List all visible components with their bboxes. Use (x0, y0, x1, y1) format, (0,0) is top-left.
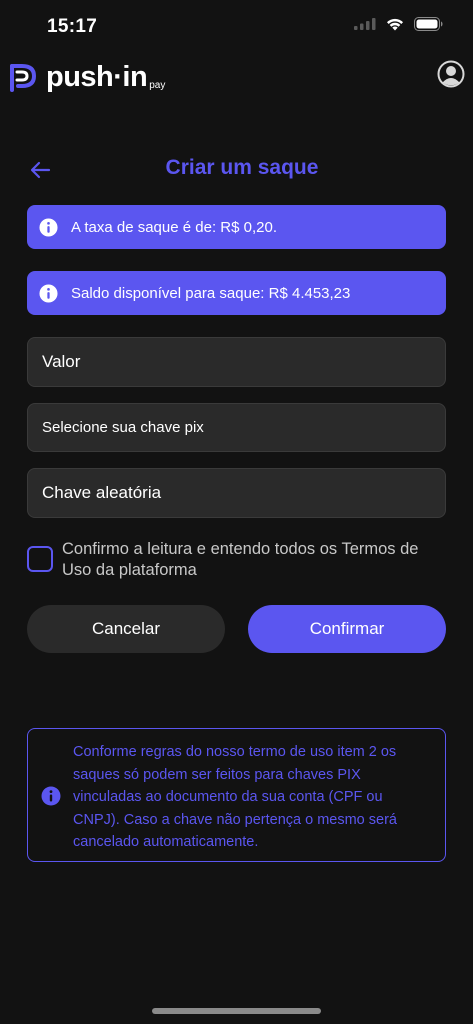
logo[interactable]: push·in pay (8, 60, 165, 94)
cancel-button[interactable]: Cancelar (27, 605, 225, 653)
terms-checkbox[interactable] (27, 546, 53, 572)
app-header: push·in pay (0, 58, 473, 102)
info-icon (41, 786, 61, 806)
fee-banner: A taxa de saque é de: R$ 0,20. (27, 205, 446, 249)
terms-label: Confirmo a leitura e entendo todos os Te… (62, 540, 419, 579)
terms-row: Confirmo a leitura e entendo todos os Te… (27, 537, 447, 587)
logo-sub: pay (149, 79, 166, 91)
status-icons (354, 17, 443, 31)
pix-key-select-label: Selecione sua chave pix (42, 419, 204, 436)
logo-text: push·in (46, 60, 148, 93)
notice-text: Conforme regras do nosso termo de uso it… (73, 744, 397, 850)
fee-banner-text: A taxa de saque é de: R$ 0,20. (71, 218, 277, 236)
status-bar: 15:17 (0, 0, 473, 54)
info-icon (39, 283, 58, 303)
title-row: Criar um saque (0, 150, 473, 190)
pix-key-input[interactable]: Chave aleatória (27, 468, 446, 518)
amount-input[interactable]: Valor (27, 337, 446, 387)
status-time: 15:17 (47, 16, 98, 37)
pix-key-input-value: Chave aleatória (42, 483, 162, 502)
page-title: Criar um saque (165, 156, 319, 179)
confirm-button[interactable]: Confirmar (248, 605, 446, 653)
screen: 15:17 push·in pay Criar um saque A taxa … (0, 0, 473, 1024)
profile-button[interactable] (437, 60, 465, 88)
signal-icon (354, 18, 376, 30)
balance-banner: Saldo disponível para saque: R$ 4.453,23 (27, 271, 446, 315)
logo-icon (10, 64, 37, 92)
profile-icon (437, 60, 465, 88)
pix-key-select[interactable]: Selecione sua chave pix (27, 403, 446, 452)
withdrawal-notice: Conforme regras do nosso termo de uso it… (27, 728, 446, 862)
home-indicator[interactable] (152, 1008, 321, 1014)
balance-banner-text: Saldo disponível para saque: R$ 4.453,23 (71, 284, 351, 302)
info-icon (39, 217, 58, 237)
wifi-icon (387, 18, 403, 31)
amount-placeholder: Valor (42, 352, 81, 371)
battery-icon (414, 17, 443, 31)
